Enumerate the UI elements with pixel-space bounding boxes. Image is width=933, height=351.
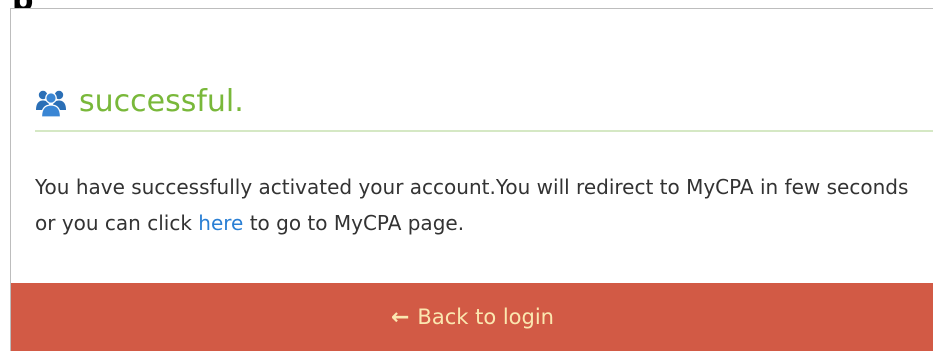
page-title: successful. xyxy=(79,84,244,119)
divider xyxy=(35,130,933,132)
back-to-login-label: Back to login xyxy=(417,305,554,329)
activation-panel: successful. You have successfully activa… xyxy=(10,8,933,351)
panel-heading: successful. xyxy=(35,79,244,125)
activation-message: You have successfully activated your acc… xyxy=(35,169,930,241)
arrow-left-icon: ← xyxy=(390,304,410,330)
message-text-before: You have successfully activated your acc… xyxy=(35,175,909,235)
page: p successful. You have success xyxy=(0,0,933,351)
here-link[interactable]: here xyxy=(198,211,243,235)
back-to-login-button[interactable]: ← Back to login xyxy=(11,283,933,351)
users-icon xyxy=(35,86,67,118)
message-text-after: to go to MyCPA page. xyxy=(243,211,465,235)
